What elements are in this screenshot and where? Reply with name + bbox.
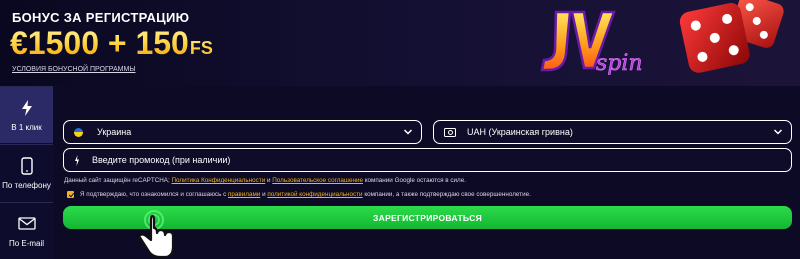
recaptcha-and: и [267,177,271,184]
svg-text:spin: spin [596,51,643,76]
recaptcha-suffix: компании Google остаются в силе. [364,177,466,184]
tab-one-click-label: В 1 клик [11,122,42,132]
tab-email-label: По E-mail [8,238,45,248]
privacy-policy-link[interactable]: политикой конфиденциальности [267,191,362,198]
consent-checkbox[interactable] [67,191,74,198]
consent-suffix: компании, а также подтверждаю свое совер… [364,191,531,198]
lightning-icon [18,99,36,117]
country-select[interactable]: Украина [63,120,422,144]
promo-code-input[interactable]: Введите промокод (при наличии) [63,148,792,172]
banknote-icon [444,127,456,137]
consent-row: Я подтверждаю, что ознакомился и соглаша… [67,191,531,198]
country-select-value: Украина [97,127,132,137]
consent-and: и [262,191,266,198]
rules-link[interactable]: правилами [228,191,260,198]
register-button[interactable]: ЗАРЕГИСТРИРОВАТЬСЯ [63,206,792,229]
promo-code-placeholder: Введите промокод (при наличии) [92,155,231,165]
google-privacy-link[interactable]: Политика Конфиденциальности [172,177,266,184]
bonus-amount-suffix: FS [190,30,213,66]
registration-form: Украина UAH (Украинская гривна) Введите … [53,86,800,259]
ukraine-flag-icon [74,127,83,137]
tab-email[interactable]: По E-mail [0,202,53,259]
registration-method-tabs: В 1 клик По телефону По E-mail [0,86,53,259]
google-terms-link[interactable]: Пользовательское соглашение [272,177,363,184]
dice-illustration [679,0,784,73]
promo-icon [75,154,79,166]
envelope-icon [17,215,36,233]
recaptcha-prefix: Данный сайт защищён reCAPTCHA; [64,177,170,184]
tab-one-click[interactable]: В 1 клик [0,86,53,143]
bonus-banner: БОНУС ЗА РЕГИСТРАЦИЮ €1500 + 150 FS УСЛО… [0,0,800,86]
bonus-caption: БОНУС ЗА РЕГИСТРАЦИЮ [12,10,190,25]
bonus-amount-value: €1500 + 150 [10,25,189,61]
chevron-down-icon [773,129,783,135]
bonus-terms-link[interactable]: УСЛОВИЯ БОНУСНОЙ ПРОГРАММЫ [12,66,136,73]
recaptcha-notice: Данный сайт защищён reCAPTCHA; Политика … [64,177,466,184]
chevron-down-icon [403,129,413,135]
currency-select-value: UAH (Украинская гривна) [467,127,573,137]
consent-prefix: Я подтверждаю, что ознакомился и соглаша… [80,191,227,198]
jvspin-logo: spin [540,10,643,76]
phone-icon [18,156,36,175]
tab-phone-label: По телефону [2,180,51,190]
tab-phone[interactable]: По телефону [0,144,53,201]
bonus-amount: €1500 + 150 FS [10,25,213,66]
currency-select[interactable]: UAH (Украинская гривна) [433,120,792,144]
